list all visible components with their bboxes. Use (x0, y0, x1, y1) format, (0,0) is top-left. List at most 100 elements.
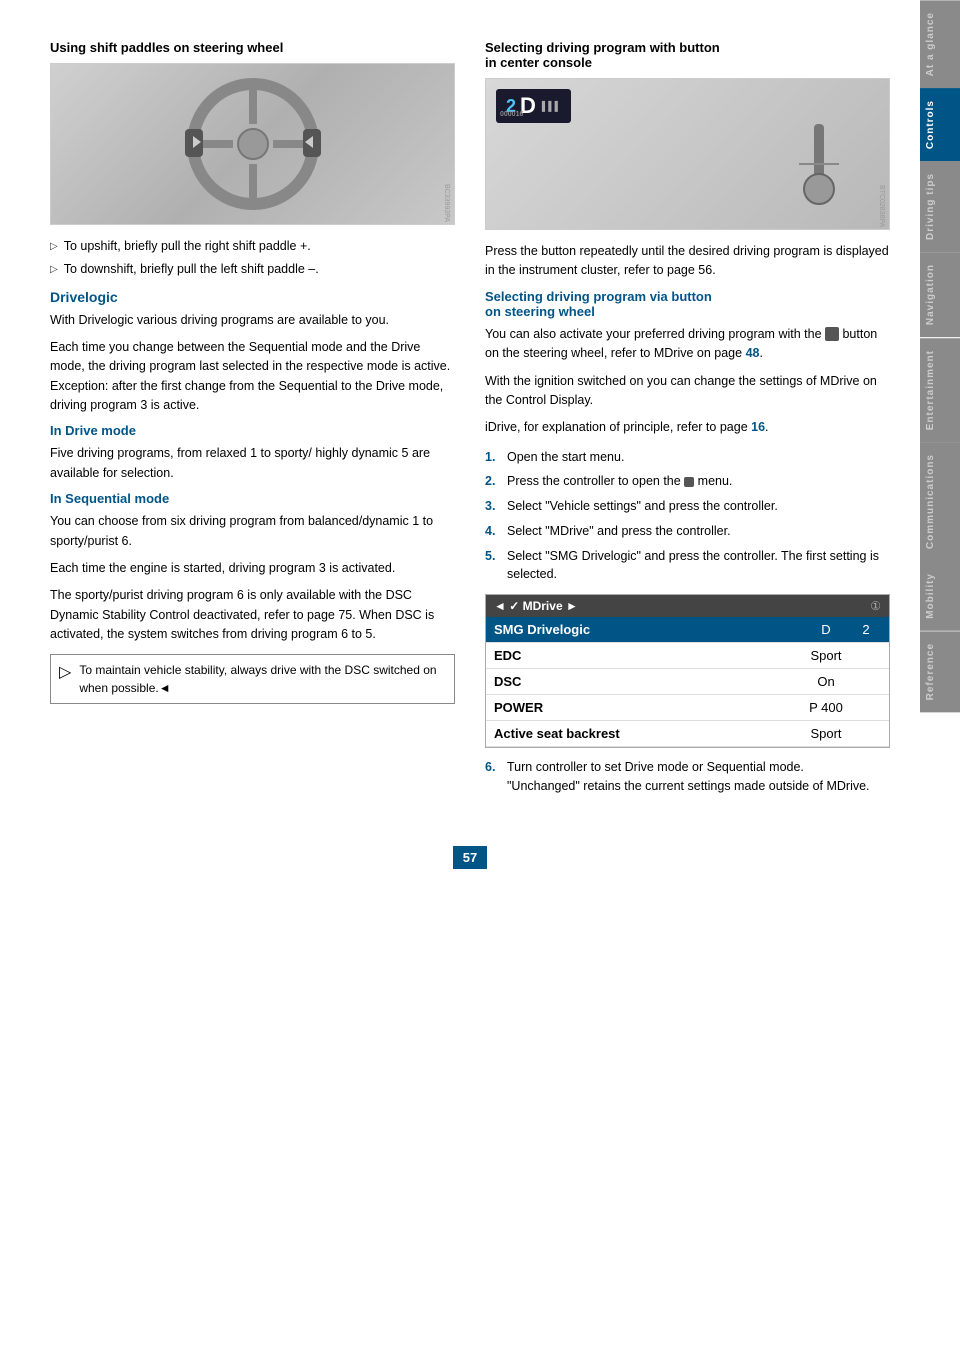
two-column-layout: Using shift paddles on steering wheel (50, 40, 890, 806)
upshift-text: To upshift, briefly pull the right shift… (64, 237, 311, 256)
step-2-text: Press the controller to open the menu. (507, 472, 732, 491)
right-heading-2a: Selecting driving program via button (485, 289, 712, 304)
steering-wheel-photo: BC33993PA (51, 64, 454, 224)
page-number-area: 57 (50, 826, 890, 879)
step-6-text: Turn controller to set Drive mode or Seq… (507, 758, 870, 796)
right-column: Selecting driving program with button in… (485, 40, 890, 806)
sidebar-tab-entertainment[interactable]: Entertainment (920, 338, 960, 442)
sidebar-tab-navigation[interactable]: Navigation (920, 252, 960, 337)
mdrive-col2: P 400 (801, 700, 851, 715)
step-3-text: Select "Vehicle settings" and press the … (507, 497, 778, 516)
i-menu-icon (684, 477, 694, 487)
sidebar-label-communications: Communications (925, 454, 936, 549)
mdrive-row: DSC On (486, 669, 889, 695)
page-number: 57 (453, 846, 487, 869)
arrow-icon-2: ▷ (50, 262, 58, 279)
downshift-text: To downshift, briefly pull the left shif… (64, 260, 319, 279)
step-1-num: 1. (485, 448, 499, 467)
in-seq-heading: In Sequential mode (50, 491, 455, 506)
arrow-icon-1: ▷ (50, 239, 58, 256)
right-heading-1-text: Selecting driving program with button (485, 40, 720, 55)
main-content: Using shift paddles on steering wheel (0, 0, 920, 1358)
in-seq-text2: Each time the engine is started, driving… (50, 559, 455, 578)
drivelogic-p2: Each time you change between the Sequent… (50, 338, 455, 416)
mdrive-col3: 2 (851, 622, 881, 637)
sidebar-tab-communications[interactable]: Communications (920, 442, 960, 561)
idrive-text: iDrive, for explanation of principle, re… (485, 418, 890, 437)
bullet-upshift: ▷ To upshift, briefly pull the right shi… (50, 237, 455, 256)
mdrive-col1: DSC (494, 674, 801, 689)
gear-shift-svg (779, 124, 859, 224)
in-seq-text3: The sporty/purist driving program 6 is o… (50, 586, 455, 644)
sidebar-tab-at-a-glance[interactable]: At a glance (920, 0, 960, 88)
console-photo: 2 D ▌▌▌ 000016 BTC02838PA (486, 79, 889, 229)
mdrive-row: Active seat backrest Sport (486, 721, 889, 747)
step-1: 1. Open the start menu. (485, 448, 890, 467)
step-4-num: 4. (485, 522, 499, 541)
warning-box: ▷ To maintain vehicle stability, always … (50, 654, 455, 704)
sidebar-label-controls: Controls (925, 100, 936, 149)
right-sidebar: At a glance Controls Driving tips Naviga… (920, 0, 960, 1358)
steering-text2: With the ignition switched on you can ch… (485, 372, 890, 411)
drivelogic-heading: Drivelogic (50, 289, 455, 305)
bullet-downshift: ▷ To downshift, briefly pull the left sh… (50, 260, 455, 279)
right-heading-2: Selecting driving program via button on … (485, 289, 890, 319)
in-drive-heading: In Drive mode (50, 423, 455, 438)
mdrive-row: EDC Sport (486, 643, 889, 669)
link-16: 16 (751, 420, 765, 434)
sidebar-label-at-a-glance: At a glance (925, 12, 936, 76)
sidebar-tab-controls[interactable]: Controls (920, 88, 960, 161)
sidebar-label-navigation: Navigation (925, 264, 936, 325)
mdrive-button-icon (825, 327, 839, 341)
sidebar-label-reference: Reference (925, 643, 936, 700)
mdrive-table-header: ◄ ✓ MDrive ► ① (486, 595, 889, 617)
mdrive-col1: Active seat backrest (494, 726, 801, 741)
display-id: 000016 (500, 111, 523, 118)
mdrive-rows: SMG Drivelogic D 2 EDC Sport DSC On POWE… (486, 617, 889, 747)
warning-text: To maintain vehicle stability, always dr… (79, 661, 446, 697)
sidebar-tab-reference[interactable]: Reference (920, 631, 960, 712)
step-5-text: Select "SMG Drivelogic" and press the co… (507, 547, 890, 585)
step-6: 6. Turn controller to set Drive mode or … (485, 758, 890, 796)
page-number-bar: 57 (453, 846, 487, 869)
step-5: 5. Select "SMG Drivelogic" and press the… (485, 547, 890, 585)
mdrive-col2: Sport (801, 648, 851, 663)
right-heading-1: Selecting driving program with button in… (485, 40, 890, 70)
step-1-text: Open the start menu. (507, 448, 624, 467)
in-drive-text: Five driving programs, from relaxed 1 to… (50, 444, 455, 483)
mdrive-header-right: ① (870, 599, 881, 613)
step-5-num: 5. (485, 547, 499, 585)
sidebar-label-mobility: Mobility (925, 573, 936, 619)
sidebar-tab-mobility[interactable]: Mobility (920, 561, 960, 631)
steering-wheel-svg (183, 74, 323, 214)
sidebar-label-entertainment: Entertainment (925, 350, 936, 430)
image-code-right: BTC02838PA (878, 185, 885, 227)
mdrive-col2: Sport (801, 726, 851, 741)
step-2: 2. Press the controller to open the menu… (485, 472, 890, 491)
mdrive-table-container: ◄ ✓ MDrive ► ① SMG Drivelogic D 2 EDC Sp… (485, 594, 890, 748)
step-3: 3. Select "Vehicle settings" and press t… (485, 497, 890, 516)
step6-list: 6. Turn controller to set Drive mode or … (485, 758, 890, 796)
in-seq-text1: You can choose from six driving program … (50, 512, 455, 551)
right-heading-1-line2: in center console (485, 55, 592, 70)
display-bars: ▌▌▌ (542, 101, 561, 111)
mdrive-col2: D (801, 622, 851, 637)
mdrive-col2: On (801, 674, 851, 689)
steering-text1: You can also activate your preferred dri… (485, 325, 890, 364)
right-heading-2b: on steering wheel (485, 304, 595, 319)
step-3-num: 3. (485, 497, 499, 516)
left-heading: Using shift paddles on steering wheel (50, 40, 455, 55)
console-display: 2 D ▌▌▌ 000016 (496, 89, 571, 123)
warning-icon: ▷ (59, 661, 71, 685)
step-6-num: 6. (485, 758, 499, 796)
sidebar-tab-driving-tips[interactable]: Driving tips (920, 161, 960, 252)
mdrive-col1: EDC (494, 648, 801, 663)
left-column: Using shift paddles on steering wheel (50, 40, 455, 806)
mdrive-col1: POWER (494, 700, 801, 715)
mdrive-col1: SMG Drivelogic (494, 622, 801, 637)
steering-wheel-image: BC33993PA (50, 63, 455, 225)
press-text: Press the button repeatedly until the de… (485, 242, 890, 281)
step-4: 4. Select "MDrive" and press the control… (485, 522, 890, 541)
center-console-image: 2 D ▌▌▌ 000016 BTC02838PA (485, 78, 890, 230)
step-2-num: 2. (485, 472, 499, 491)
